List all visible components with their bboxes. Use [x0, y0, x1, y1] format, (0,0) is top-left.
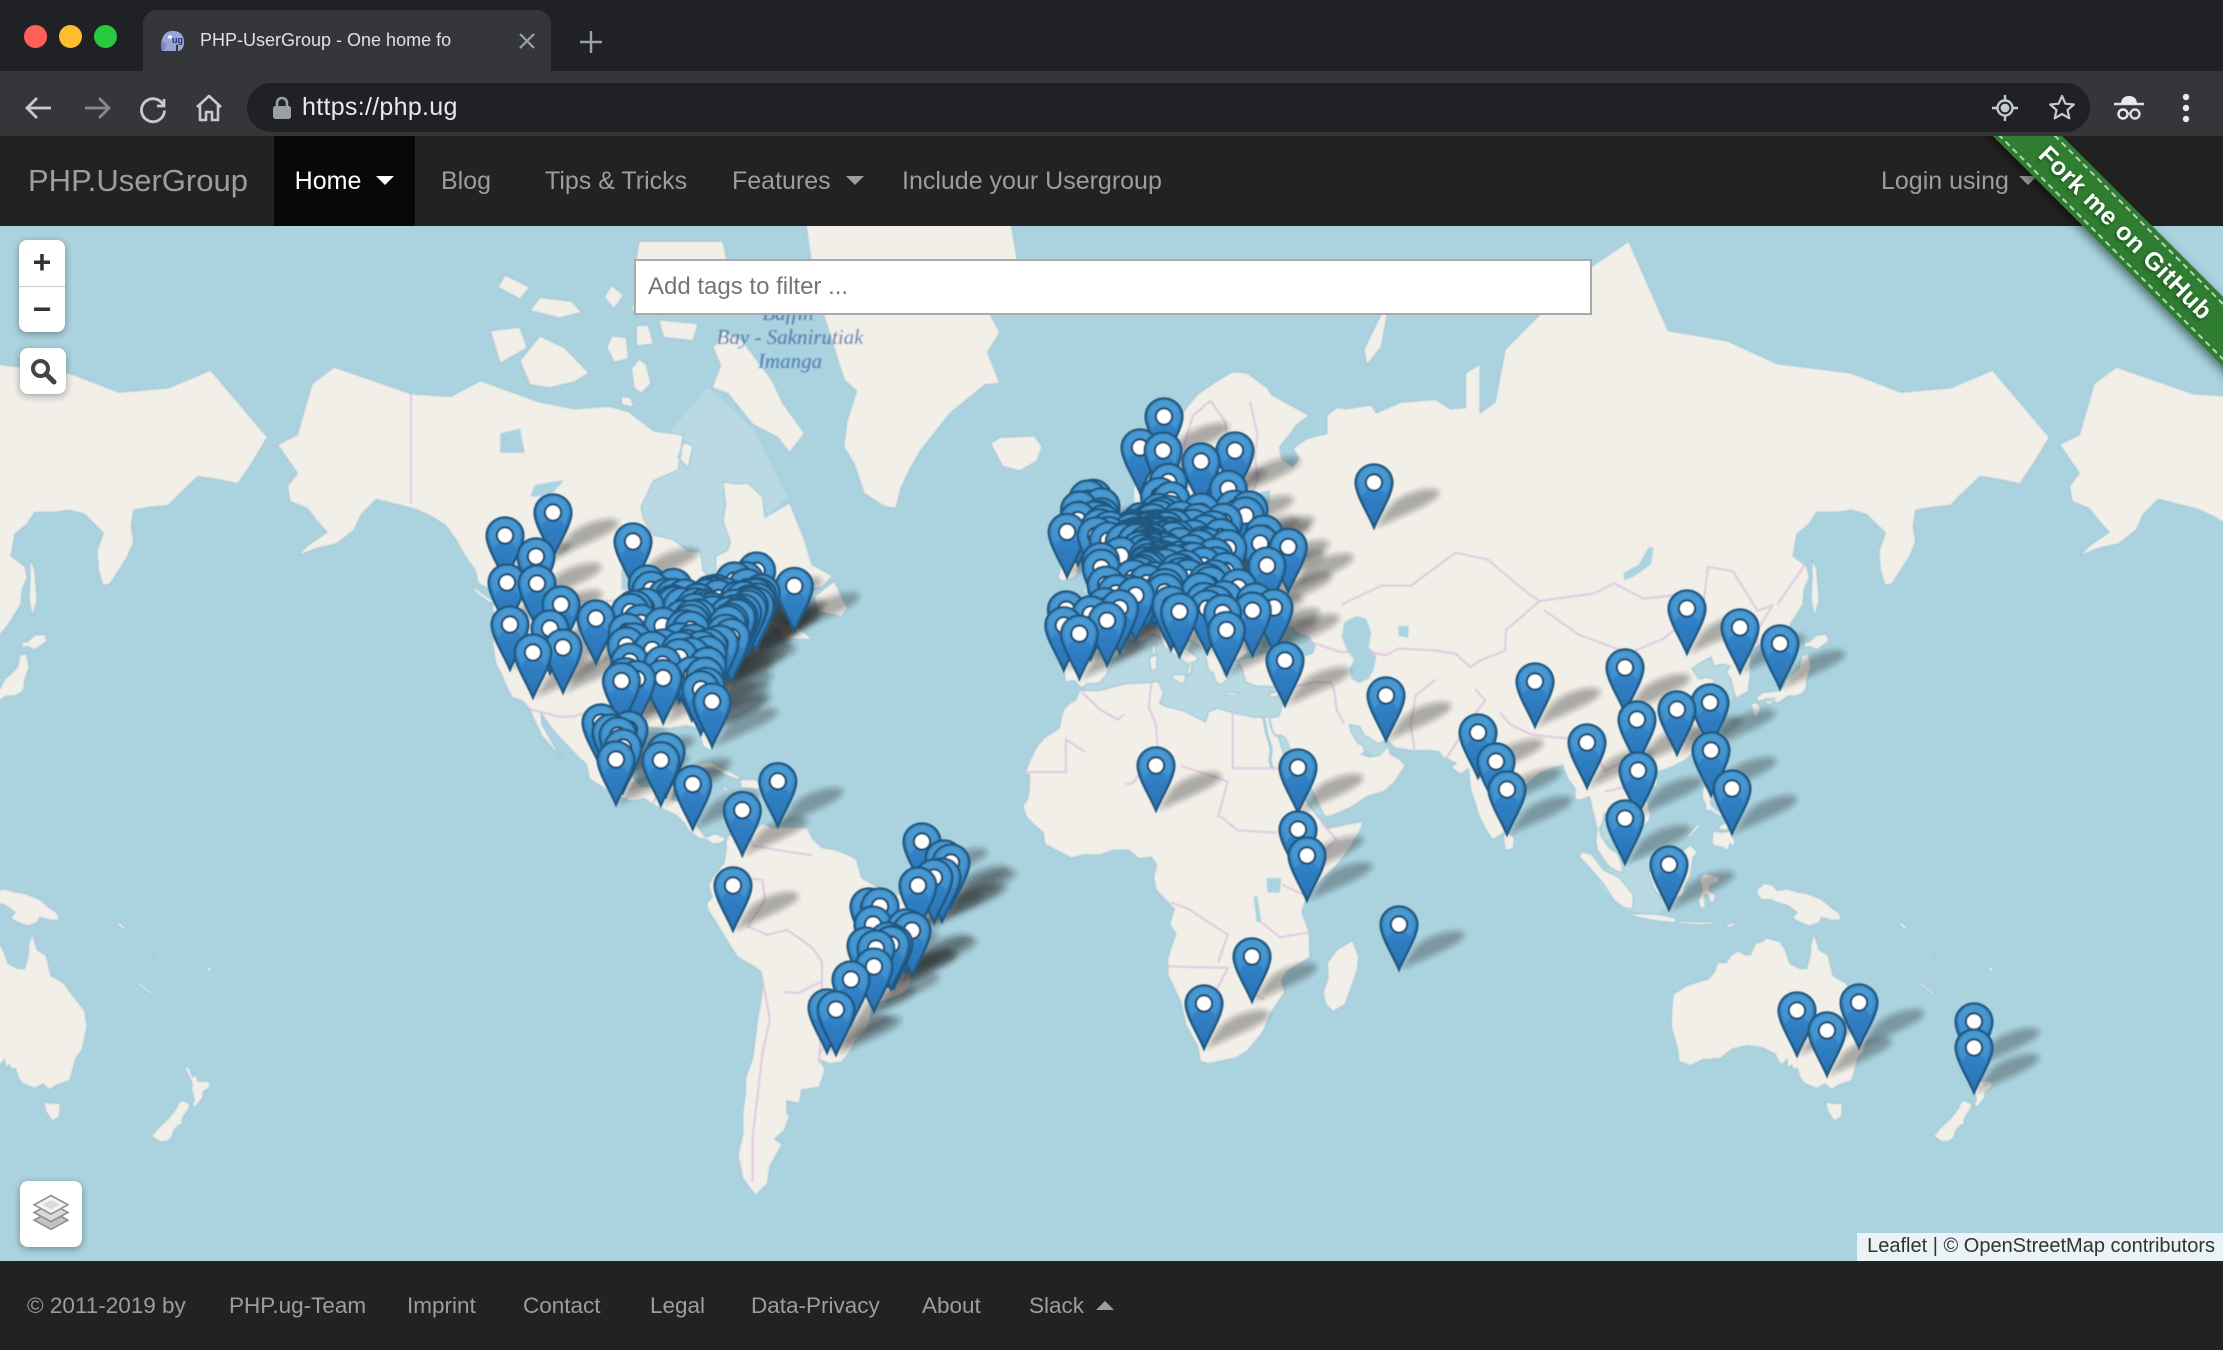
svg-text:ug: ug: [172, 35, 183, 45]
svg-text:Bay - Saknirutiak: Bay - Saknirutiak: [717, 325, 865, 349]
svg-text:Imanga: Imanga: [757, 349, 822, 373]
